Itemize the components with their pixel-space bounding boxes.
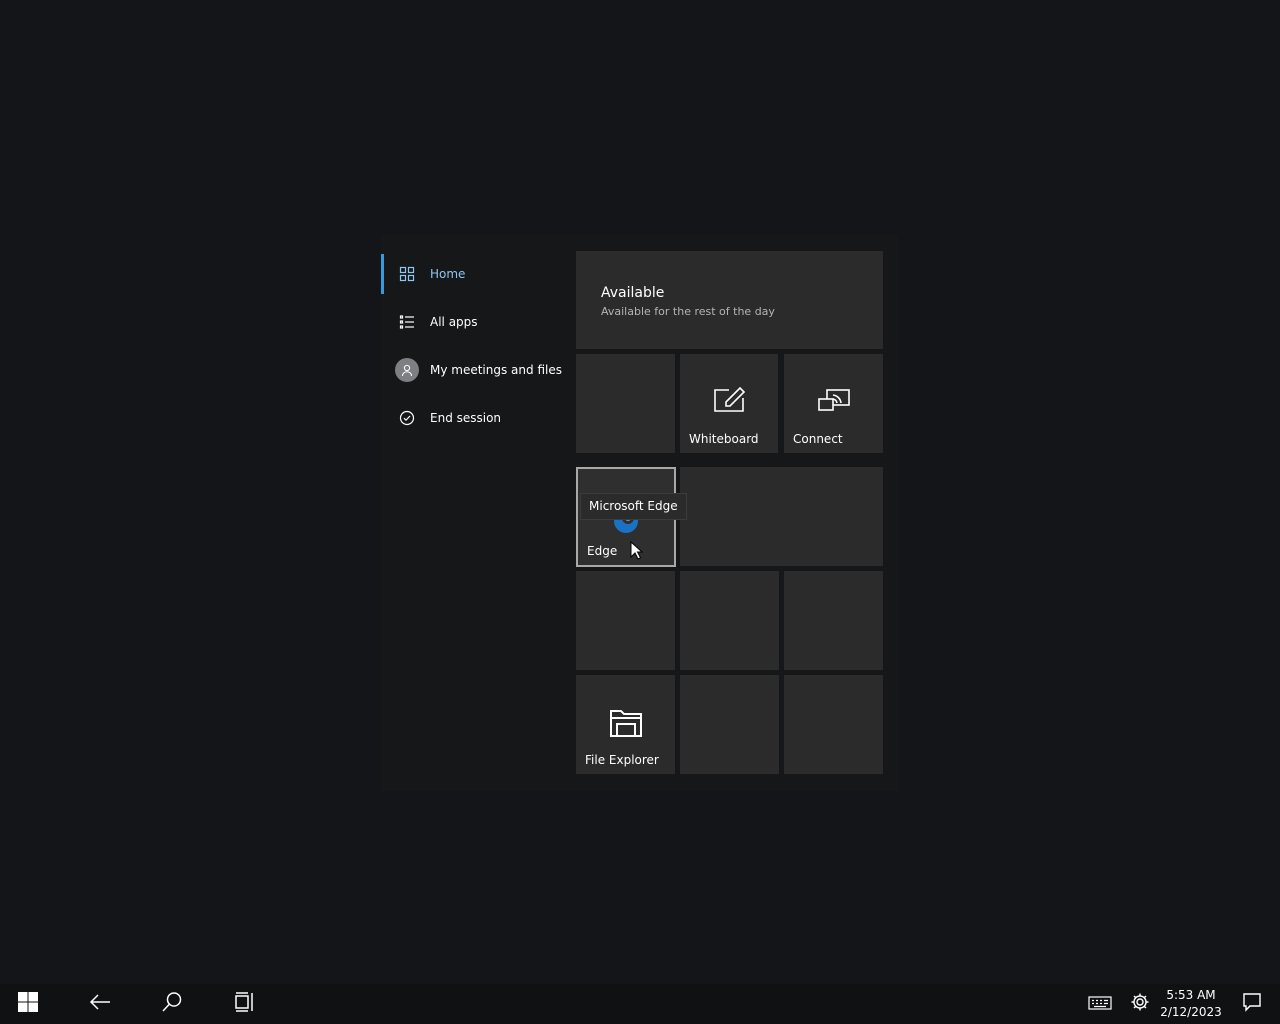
nav-label-end-session: End session xyxy=(430,411,502,425)
file-explorer-tile[interactable]: File Explorer xyxy=(576,675,675,774)
nav-item-my-meetings[interactable]: My meetings and files xyxy=(381,346,575,394)
whiteboard-icon xyxy=(712,386,746,418)
task-view-button[interactable] xyxy=(216,984,272,1024)
edge-label: Edge xyxy=(587,544,618,558)
empty-tile[interactable] xyxy=(576,354,675,453)
list-icon xyxy=(395,310,419,334)
keyboard-icon xyxy=(1088,995,1112,1014)
nav-label-all-apps: All apps xyxy=(430,315,478,329)
active-indicator xyxy=(381,254,384,294)
status-subtitle: Available for the rest of the day xyxy=(601,305,775,318)
file-explorer-label: File Explorer xyxy=(585,753,659,767)
nav-label-home: Home xyxy=(430,267,466,281)
empty-tile[interactable] xyxy=(680,571,779,670)
whiteboard-tile[interactable]: Whiteboard xyxy=(680,354,778,453)
folder-icon xyxy=(608,707,644,743)
start-nav: Home All apps My meetings and files End … xyxy=(381,235,575,791)
notification-icon xyxy=(1242,992,1262,1016)
nav-label-my-meetings: My meetings and files xyxy=(430,363,562,377)
windows-logo-icon xyxy=(17,991,39,1017)
status-tile[interactable]: Available Available for the rest of the … xyxy=(576,251,883,349)
back-button[interactable] xyxy=(72,984,128,1024)
home-grid-icon xyxy=(395,262,419,286)
edge-tooltip: Microsoft Edge xyxy=(580,493,687,520)
clock[interactable]: 5:53 AM 2/12/2023 xyxy=(1158,987,1224,1021)
connect-label: Connect xyxy=(793,432,843,446)
nav-item-all-apps[interactable]: All apps xyxy=(381,298,575,346)
action-center-button[interactable] xyxy=(1224,984,1280,1024)
empty-wide-tile[interactable] xyxy=(680,467,883,566)
person-avatar-icon xyxy=(395,358,419,382)
empty-tile[interactable] xyxy=(680,675,779,774)
status-title: Available xyxy=(601,285,665,301)
empty-tile[interactable] xyxy=(784,571,883,670)
search-icon xyxy=(161,991,183,1017)
back-arrow-icon xyxy=(89,993,111,1015)
clock-time: 5:53 AM xyxy=(1166,988,1216,1002)
task-view-icon xyxy=(233,991,255,1017)
gear-icon xyxy=(1130,992,1150,1016)
search-button[interactable] xyxy=(144,984,200,1024)
start-button[interactable] xyxy=(0,984,56,1024)
mouse-cursor-icon xyxy=(630,540,644,564)
taskbar: 5:53 AM 2/12/2023 xyxy=(0,984,1280,1024)
clock-date: 2/12/2023 xyxy=(1160,1005,1222,1019)
whiteboard-label: Whiteboard xyxy=(689,432,759,446)
cast-screen-icon xyxy=(817,388,851,418)
empty-tile[interactable] xyxy=(576,571,675,670)
check-circle-icon xyxy=(395,406,419,430)
empty-tile[interactable] xyxy=(784,675,883,774)
nav-item-end-session[interactable]: End session xyxy=(381,394,575,442)
connect-tile[interactable]: Connect xyxy=(784,354,883,453)
nav-item-home[interactable]: Home xyxy=(381,250,575,298)
